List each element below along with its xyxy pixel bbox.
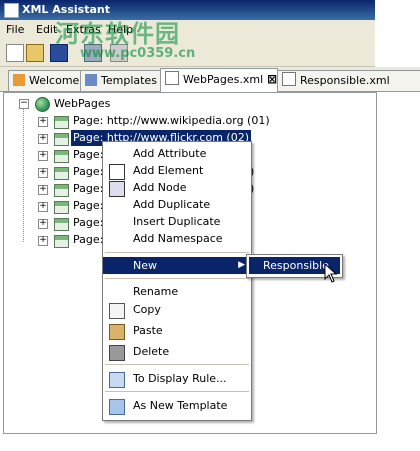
add-node-icon — [109, 181, 125, 197]
menu-item-label: To Display Rule... — [133, 372, 227, 385]
menu-item-label: Add Node — [133, 181, 187, 194]
new-file-icon[interactable] — [6, 44, 24, 62]
expand-icon[interactable]: + — [38, 202, 48, 212]
expand-icon[interactable]: + — [38, 236, 48, 246]
menu-item-label: As New Template — [133, 399, 228, 412]
mouse-cursor-icon — [324, 263, 338, 283]
menu-item-label: Add Attribute — [133, 147, 207, 160]
tab-bar: Welcome Templates WebPages.xml ⊠ Responsi… — [0, 67, 420, 92]
document-icon — [165, 71, 179, 85]
expand-icon[interactable]: + — [38, 185, 48, 195]
globe-icon — [35, 97, 50, 112]
page-icon — [54, 201, 69, 214]
menu-item-add-attribute[interactable]: Add Attribute — [103, 145, 251, 162]
watermark-url: www.pc0359.cn — [80, 46, 196, 61]
menu-item-label: Responsible — [263, 259, 329, 272]
menu-item-label: Rename — [133, 285, 179, 298]
page-icon — [54, 116, 69, 129]
menu-item-label: Add Namespace — [133, 232, 223, 245]
menu-item-rename[interactable]: Rename — [103, 283, 251, 300]
menu-item-paste[interactable]: Paste — [103, 322, 251, 340]
expand-icon[interactable]: + — [38, 151, 48, 161]
menu-item-add-element[interactable]: Add Element — [103, 162, 251, 180]
tree-node[interactable]: Page: — [73, 198, 103, 214]
home-icon — [13, 74, 25, 86]
menu-file[interactable]: File — [6, 23, 24, 36]
menu-item-label: Copy — [133, 303, 161, 316]
expand-icon[interactable]: + — [38, 219, 48, 229]
menu-separator — [105, 278, 249, 279]
tree-node[interactable]: Page: — [73, 164, 103, 180]
menu-separator — [105, 364, 249, 365]
menu-item-label: Add Element — [133, 164, 204, 177]
menu-separator — [105, 252, 249, 253]
page-icon — [54, 184, 69, 197]
menu-item-label: Insert Duplicate — [133, 215, 221, 228]
app-icon — [4, 3, 19, 18]
page-icon — [54, 218, 69, 231]
tree-node[interactable]: Page: — [73, 215, 103, 231]
tab-welcome[interactable]: Welcome — [8, 70, 84, 91]
tab-label: Templates — [101, 74, 157, 87]
tree-node[interactable]: Page: http://www.wikipedia.org (01) — [73, 113, 270, 129]
menu-item-add-namespace[interactable]: Add Namespace — [103, 230, 251, 247]
menu-item-add-node[interactable]: Add Node — [103, 179, 251, 197]
tab-webpages-xml[interactable]: WebPages.xml ⊠ — [160, 68, 278, 92]
menu-item-label: Add Duplicate — [133, 198, 211, 211]
paste-icon — [109, 324, 125, 340]
tree-node[interactable]: Page: — [73, 232, 103, 248]
watermark-logo: 河东软件园 — [55, 20, 180, 48]
expand-icon[interactable]: + — [38, 134, 48, 144]
menu-separator — [105, 391, 249, 392]
tab-templates[interactable]: Templates — [80, 70, 164, 91]
tree-node[interactable]: Page: — [73, 147, 103, 163]
template-icon — [109, 399, 125, 415]
copy-icon — [109, 303, 125, 319]
page-icon — [54, 150, 69, 163]
add-element-icon — [109, 164, 125, 180]
display-rule-icon — [109, 372, 125, 388]
expand-icon[interactable]: + — [38, 168, 48, 178]
menu-item-label: New — [133, 259, 157, 272]
menu-item-copy[interactable]: Copy — [103, 301, 251, 319]
tab-label: Responsible.xml — [300, 74, 390, 87]
expand-icon[interactable]: + — [38, 117, 48, 127]
tree-root[interactable]: WebPages — [54, 96, 110, 112]
menu-item-label: Delete — [133, 345, 170, 358]
page-icon — [54, 133, 69, 146]
templates-icon — [85, 74, 97, 86]
menu-item-new[interactable]: New ▶ — [103, 257, 251, 274]
menu-item-as-new-template[interactable]: As New Template — [103, 397, 251, 415]
collapse-icon[interactable]: − — [19, 99, 29, 109]
menu-item-insert-duplicate[interactable]: Insert Duplicate — [103, 213, 251, 230]
context-menu: Add Attribute Add Element Add Node Add D… — [102, 141, 252, 421]
document-icon — [282, 72, 296, 86]
page-icon — [54, 235, 69, 248]
menu-item-to-display-rule[interactable]: To Display Rule... — [103, 370, 251, 388]
close-icon[interactable]: ⊠ — [267, 72, 277, 86]
menu-item-add-duplicate[interactable]: Add Duplicate — [103, 196, 251, 213]
submenu-arrow-icon: ▶ — [238, 260, 245, 270]
tab-responsible-xml[interactable]: Responsible.xml — [277, 70, 420, 91]
tab-label: Welcome — [29, 74, 80, 87]
page-icon — [54, 167, 69, 180]
menu-item-label: Paste — [133, 324, 163, 337]
tree-node[interactable]: Page: — [73, 181, 103, 197]
open-folder-icon[interactable] — [26, 44, 44, 62]
trash-icon — [109, 345, 125, 361]
tab-label: WebPages.xml — [183, 73, 264, 86]
tree-guide — [23, 108, 24, 242]
menu-item-delete[interactable]: Delete — [103, 343, 251, 361]
